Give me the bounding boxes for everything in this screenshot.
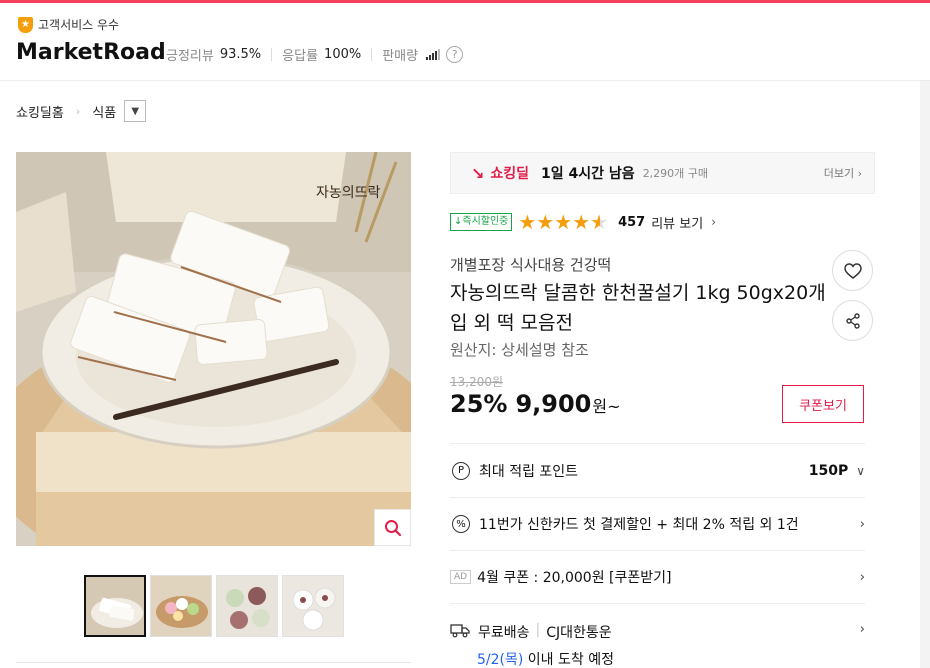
coupon-view-button[interactable]: 쿠폰보기	[782, 385, 864, 423]
price-suffix: 원~	[592, 397, 621, 416]
chevron-right-icon: ›	[859, 622, 865, 637]
divider	[271, 48, 273, 61]
brand-logo: 자농의뜨락	[316, 185, 381, 201]
thumbnail-4[interactable]	[282, 575, 344, 637]
deal-logo-label: 쇼킹딜	[490, 166, 530, 182]
thumbnail-2[interactable]	[150, 575, 212, 637]
card-benefit-row[interactable]: % 11번가 신한카드 첫 결제할인 + 최대 2% 적립 외 1건 ›	[450, 497, 865, 550]
chevron-down-icon: ▼	[131, 105, 140, 117]
seller-badge-label: 고객서비스 우수	[38, 18, 120, 32]
review-count[interactable]: 457	[618, 215, 645, 230]
deal-more-link[interactable]: 더보기 ›	[824, 165, 862, 181]
seller-stats: 긍정리뷰 93.5% 응답률 100% 판매량 ?	[166, 45, 464, 64]
response-rate-value: 100%	[324, 47, 362, 62]
ad-tag: AD	[450, 570, 472, 584]
seller-badge: ★ 고객서비스 우수	[18, 16, 119, 33]
rating-row: ↓즉시할인중 ★ ★ ★ ★ ★ 457 리뷰 보기 ›	[450, 212, 716, 232]
chevron-right-icon: ›	[859, 569, 865, 585]
points-row[interactable]: P 최대 적립 포인트 150P ∨	[450, 443, 865, 497]
product-origin: 원산지: 상세설명 참조	[450, 341, 589, 359]
heart-icon	[843, 262, 862, 279]
thumbnail-1[interactable]	[84, 575, 146, 637]
star-badge-icon: ★	[18, 16, 33, 33]
thumbnail-3[interactable]	[216, 575, 278, 637]
help-icon[interactable]: ?	[446, 46, 464, 63]
original-price: 13,200원	[450, 375, 504, 389]
discount-rate: 25%	[450, 390, 508, 418]
star-icon: ★	[536, 210, 555, 234]
breadcrumb-home-link[interactable]: 쇼킹딜홈	[16, 102, 64, 121]
chevron-right-icon: ›	[75, 104, 81, 118]
chevron-right-icon: ›	[859, 516, 865, 532]
deal-mark-icon: ↘	[471, 163, 485, 183]
percent-icon: %	[452, 515, 470, 533]
chevron-right-icon: ›	[711, 215, 717, 229]
shocking-deal-logo: ↘ 쇼킹딜	[471, 163, 529, 183]
star-icon: ★	[518, 210, 537, 234]
coupon-row[interactable]: AD 4월 쿠폰 : 20,000원 [쿠폰받기] ›	[450, 550, 865, 603]
divider	[16, 662, 411, 663]
response-rate-label: 응답률	[282, 49, 319, 64]
review-link[interactable]: 리뷰 보기	[651, 213, 703, 232]
breadcrumb-category-link[interactable]: 식품	[92, 102, 116, 121]
deal-time-left: 1일 4시간 남음	[541, 166, 635, 182]
sales-volume-label: 판매량	[382, 49, 419, 64]
category-dropdown-button[interactable]: ▼	[124, 100, 147, 122]
shipping-label: 무료배송	[478, 625, 530, 641]
points-label: 최대 적립 포인트	[479, 463, 579, 480]
arrival-suffix: 이내 도착 예정	[527, 652, 614, 668]
share-icon	[845, 312, 860, 329]
price-row: 25% 9,900 원~	[450, 390, 621, 418]
star-half-icon: ★	[590, 210, 609, 234]
thumbnail-strip	[84, 575, 344, 637]
sales-level-icon	[426, 49, 441, 60]
shipping-carrier: CJ대한통운	[546, 625, 612, 641]
card-benefit-label: 11번가 신한카드 첫 결제할인 + 최대 2% 적립 외 1건	[479, 517, 799, 533]
zoom-button[interactable]	[374, 509, 411, 546]
sale-price: 9,900	[515, 390, 592, 418]
share-button[interactable]	[832, 300, 873, 341]
positive-review-value: 93.5%	[219, 47, 262, 62]
coupon-label: 4월 쿠폰 : 20,000원 [쿠폰받기]	[477, 570, 672, 586]
wishlist-button[interactable]	[832, 250, 873, 291]
star-icon: ★	[572, 210, 591, 234]
product-main-image[interactable]: 자농의뜨락	[16, 152, 411, 546]
store-name-link[interactable]: MarketRoad	[16, 40, 166, 65]
positive-review-label: 긍정리뷰	[166, 49, 214, 64]
truck-icon	[450, 624, 470, 638]
seller-header: ★ 고객서비스 우수 MarketRoad 긍정리뷰 93.5% 응답률 100…	[0, 3, 930, 81]
product-subtitle: 개별포장 식사대용 건강떡	[450, 256, 612, 274]
points-value: 150P	[808, 462, 849, 479]
divider: |	[535, 622, 541, 638]
instant-discount-badge: ↓즉시할인중	[450, 213, 513, 231]
deal-purchase-count: 2,290개 구매	[642, 167, 709, 180]
search-icon	[384, 519, 401, 536]
arrival-date: 5/2(목)	[477, 652, 524, 668]
page-gutter	[920, 81, 930, 668]
point-icon: P	[452, 461, 470, 480]
star-icon: ★	[554, 210, 573, 234]
star-rating: ★ ★ ★ ★ ★	[518, 212, 608, 232]
product-title: 자농의뜨락 달콤한 한천꿀설기 1kg 50gx20개입 외 떡 모음전	[450, 282, 826, 334]
divider	[371, 48, 373, 61]
arrival-estimate: 5/2(목) 이내 도착 예정	[477, 649, 614, 668]
shocking-deal-banner[interactable]: ↘ 쇼킹딜 1일 4시간 남음 2,290개 구매 더보기 ›	[450, 152, 875, 194]
chevron-down-icon: ∨	[856, 463, 865, 478]
breadcrumb: 쇼킹딜홈 › 식품 ▼	[16, 100, 147, 122]
